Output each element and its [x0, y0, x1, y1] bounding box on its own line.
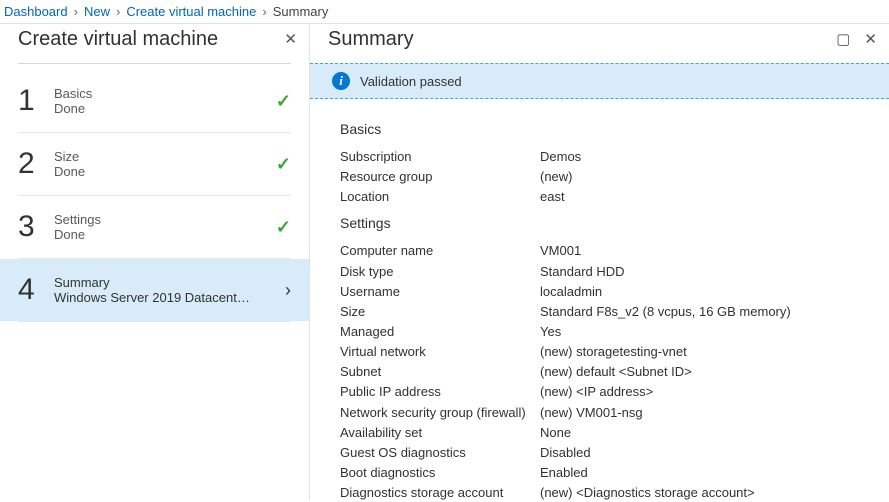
breadcrumb-create-vm[interactable]: Create virtual machine — [126, 4, 256, 19]
chevron-right-icon: › — [116, 4, 120, 19]
step-title: Settings — [54, 212, 276, 227]
wizard-step-size[interactable]: 2 Size Done ✓ — [0, 133, 309, 195]
row-managed: ManagedYes — [340, 322, 859, 342]
wizard-step-basics[interactable]: 1 Basics Done ✓ — [0, 70, 309, 132]
row-guest-os-diag: Guest OS diagnosticsDisabled — [340, 443, 859, 463]
row-subnet: Subnet(new) default <Subnet ID> — [340, 362, 859, 382]
step-number: 3 — [18, 210, 54, 244]
row-boot-diag: Boot diagnosticsEnabled — [340, 463, 859, 483]
summary-content: Basics SubscriptionDemos Resource group(… — [310, 99, 889, 500]
row-size: SizeStandard F8s_v2 (8 vcpus, 16 GB memo… — [340, 302, 859, 322]
step-number: 4 — [18, 273, 54, 307]
row-subscription: SubscriptionDemos — [340, 147, 859, 167]
chevron-right-icon: › — [262, 4, 266, 19]
validation-text: Validation passed — [360, 74, 462, 89]
summary-title: Summary — [328, 28, 414, 51]
row-diag-storage: Diagnostics storage account(new) <Diagno… — [340, 483, 859, 500]
step-title: Size — [54, 149, 276, 164]
row-availability-set: Availability setNone — [340, 423, 859, 443]
chevron-right-icon: › — [74, 4, 78, 19]
wizard-steps: 1 Basics Done ✓ 2 Size Done ✓ 3 — [0, 63, 309, 322]
row-username: Usernamelocaladmin — [340, 282, 859, 302]
step-title: Basics — [54, 86, 276, 101]
wizard-panel: Create virtual machine ✕ 1 Basics Done ✓… — [0, 24, 310, 500]
close-icon[interactable]: ✕ — [284, 32, 297, 47]
restore-icon[interactable]: ▢ — [836, 32, 850, 47]
wizard-title: Create virtual machine — [18, 28, 218, 51]
check-icon: ✓ — [276, 91, 291, 112]
wizard-step-summary[interactable]: 4 Summary Windows Server 2019 Datacent… … — [0, 259, 309, 321]
row-resource-group: Resource group(new) — [340, 167, 859, 187]
breadcrumb-current: Summary — [273, 4, 329, 19]
step-title: Summary — [54, 275, 285, 290]
row-location: Locationeast — [340, 187, 859, 207]
chevron-right-icon: › — [285, 280, 291, 301]
close-icon[interactable]: ✕ — [864, 32, 877, 47]
summary-panel: Summary ▢ ✕ i Validation passed Basics S… — [310, 24, 889, 500]
breadcrumb-new[interactable]: New — [84, 4, 110, 19]
step-subtitle: Done — [54, 101, 276, 116]
section-settings-title: Settings — [340, 215, 859, 231]
step-subtitle: Done — [54, 164, 276, 179]
check-icon: ✓ — [276, 217, 291, 238]
validation-banner: i Validation passed — [310, 63, 889, 99]
section-basics-title: Basics — [340, 121, 859, 137]
row-computer-name: Computer nameVM001 — [340, 241, 859, 261]
step-subtitle: Done — [54, 227, 276, 242]
step-subtitle: Windows Server 2019 Datacent… — [54, 290, 285, 305]
check-icon: ✓ — [276, 154, 291, 175]
step-number: 2 — [18, 147, 54, 181]
row-nsg: Network security group (firewall)(new) V… — [340, 403, 859, 423]
info-icon: i — [332, 72, 350, 90]
wizard-step-settings[interactable]: 3 Settings Done ✓ — [0, 196, 309, 258]
breadcrumb-dashboard[interactable]: Dashboard — [4, 4, 68, 19]
step-number: 1 — [18, 84, 54, 118]
row-public-ip: Public IP address(new) <IP address> — [340, 382, 859, 402]
row-disk-type: Disk typeStandard HDD — [340, 262, 859, 282]
breadcrumb: Dashboard › New › Create virtual machine… — [0, 0, 889, 24]
row-virtual-network: Virtual network(new) storagetesting-vnet — [340, 342, 859, 362]
